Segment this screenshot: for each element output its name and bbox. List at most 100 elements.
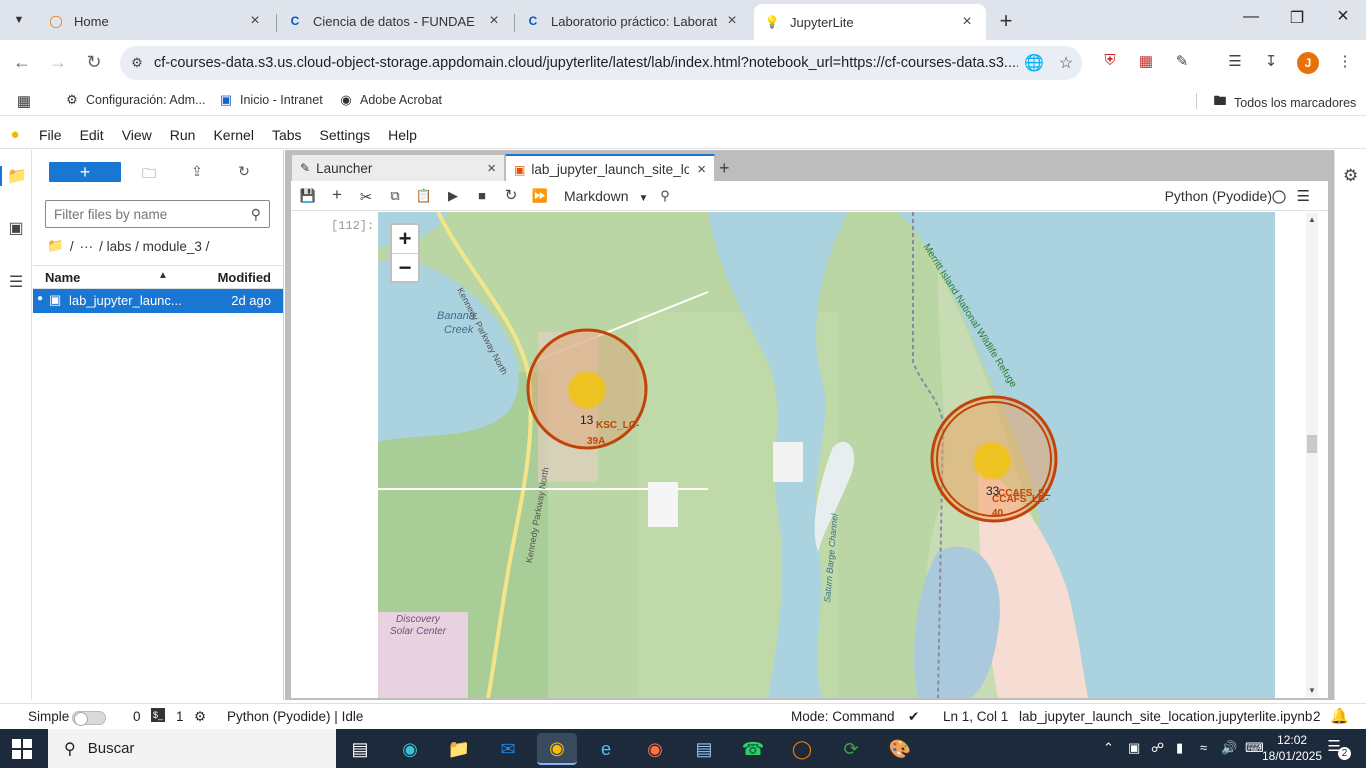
scroll-up-icon[interactable]: ▲ [1306,215,1318,224]
zoom-in-button[interactable]: + [392,225,418,253]
stop-icon[interactable]: ■ [472,188,492,203]
file-path[interactable]: lab_jupyter_launch_site_location.jupyter… [1019,709,1312,724]
dock-tab-launcher[interactable]: ✎ Launcher × [291,154,505,182]
new-tab-button[interactable]: + [994,8,1018,34]
tab-search-chevron-icon[interactable]: ▼ [6,8,32,32]
bookmark-configuracion[interactable]: ⚙ Configuración: Adm... [64,92,205,108]
chrome-icon[interactable]: ◉ [537,733,577,765]
bookmark-intranet[interactable]: ▣ Inicio - Intranet [218,92,323,108]
kernel-name[interactable]: Python (Pyodide) [1165,188,1272,204]
cell-type-select[interactable]: Markdown ▼ [564,188,648,204]
terminal-count[interactable]: 0 [133,709,141,724]
forward-arrow-icon[interactable]: → [46,52,70,73]
browser-tab-jupyterlite[interactable]: 💡 JupyterLite × [754,4,986,40]
internet-explorer-icon[interactable]: e [586,733,626,765]
menu-kernel[interactable]: Kernel [209,127,257,143]
new-dock-tab-button[interactable]: + [719,158,730,179]
kernel-count[interactable]: 1 [176,709,184,724]
firefox-icon[interactable]: ◉ [635,733,675,765]
notebook-scrollbar[interactable]: ▲ ▼ [1306,213,1318,697]
bell-icon[interactable]: 🔔 [1330,707,1349,725]
menu-file[interactable]: File [35,127,66,143]
dock-tab-notebook[interactable]: ▣ lab_jupyter_launch_site_locat × [505,154,715,184]
scroll-down-icon[interactable]: ▼ [1306,686,1318,695]
translate-icon[interactable]: 🌐 [1018,53,1050,73]
tray-app-icon[interactable]: ▣ [1128,740,1140,756]
paint-icon[interactable]: 🎨 [880,733,920,765]
property-inspector-gear-icon[interactable]: ⚙ [1343,166,1358,186]
url-text[interactable]: cf-courses-data.s3.us.cloud-object-stora… [154,55,1018,71]
close-tab-icon[interactable]: × [697,161,706,178]
filter-files-field[interactable]: ⚲ [45,200,270,228]
home-folder-icon[interactable]: 📁 [47,238,64,254]
outlook-icon[interactable]: ✉ [488,733,528,765]
back-arrow-icon[interactable]: ← [10,52,34,73]
running-sessions-icon[interactable]: ▣ [0,218,32,238]
filter-files-input[interactable] [54,206,251,222]
new-folder-icon[interactable]: 🗀 [139,163,159,187]
tray-battery-icon[interactable]: ▮ [1176,740,1183,756]
wifi-icon[interactable]: ≈ [1200,740,1207,755]
apps-grid-icon[interactable]: ▦ [16,92,38,110]
fast-forward-icon[interactable]: ⏩ [530,188,550,204]
extensions-puzzle-icon[interactable]: ✎ [1171,52,1193,74]
task-view-icon[interactable]: ▤ [340,733,380,765]
close-tab-icon[interactable]: × [246,12,264,30]
insert-cell-icon[interactable]: + [327,185,347,205]
download-icon[interactable]: ↧ [1260,52,1282,74]
zoom-out-button[interactable]: − [392,253,418,281]
menu-settings[interactable]: Settings [316,127,375,143]
location-pin-icon[interactable]: ⚲ [655,188,675,204]
column-name[interactable]: Name [45,270,80,285]
shield-extension-icon[interactable]: ⛨ [1099,52,1121,74]
close-window-icon[interactable]: × [1328,5,1358,28]
adblock-extension-icon[interactable]: ▦ [1135,52,1157,74]
browser-tab-ciencia[interactable]: C Ciencia de datos - FUNDAE | Co × [277,6,513,36]
taskbar-search[interactable]: ⚲ Buscar [48,729,336,768]
tray-chevron-up-icon[interactable]: ⌃ [1103,740,1114,756]
hamburger-menu-icon[interactable]: ☰ [1297,187,1310,205]
minimize-icon[interactable]: — [1236,8,1266,26]
simple-mode-toggle[interactable] [72,711,106,726]
bookmark-acrobat[interactable]: ◉ Adobe Acrobat [338,92,442,108]
restore-icon[interactable]: ❐ [1282,8,1312,28]
remote-desktop-icon[interactable]: ▤ [684,733,724,765]
column-modified[interactable]: Modified [218,270,271,285]
whatsapp-icon[interactable]: ☎ [733,733,773,765]
edge-icon[interactable]: ◉ [390,733,430,765]
new-launcher-button[interactable]: + [49,162,121,182]
cut-icon[interactable]: ✂ [356,188,376,206]
cluster-count-13[interactable]: 13 [580,413,593,427]
bookmark-star-icon[interactable]: ☆ [1050,53,1082,73]
refresh-icon[interactable]: ↻ [234,163,254,180]
paste-icon[interactable]: 📋 [414,188,434,204]
save-icon[interactable]: 💾 [298,188,318,204]
kernel-status[interactable]: Python (Pyodide) | Idle [227,709,363,724]
volume-icon[interactable]: 🔊 [1221,740,1237,756]
tray-network-share-icon[interactable]: ☍ [1151,740,1164,756]
all-bookmarks[interactable]: 🖿 Todos los marcadores [1212,92,1356,114]
site-info-icon[interactable]: ⚙ [120,55,154,71]
browser-tab-laboratorio[interactable]: C Laboratorio práctico: Laborator × [515,6,751,36]
menu-run[interactable]: Run [166,127,200,143]
close-tab-icon[interactable]: × [958,13,976,31]
windows-start-icon[interactable] [12,739,32,759]
menu-tabs[interactable]: Tabs [268,127,306,143]
file-explorer-icon[interactable]: 📁 [439,733,479,765]
browser-tab-home[interactable]: ◯ Home × [38,6,274,36]
browser-menu-icon[interactable]: ⋮ [1334,52,1356,74]
folium-map[interactable]: 13 33 KSC_LC- 39A CCAFS_SL CCAFS_LC- 40 … [378,212,1275,698]
close-tab-icon[interactable]: × [485,12,503,30]
menu-view[interactable]: View [118,127,156,143]
taskbar-clock[interactable]: 12:02 18/01/2025 [1262,732,1322,764]
cursor-position[interactable]: Ln 1, Col 1 [943,709,1008,724]
notification-count[interactable]: 2 [1313,709,1321,724]
scrollbar-thumb[interactable] [1307,435,1317,453]
file-list-item[interactable]: ● ▣ lab_jupyter_launc... 2d ago [33,289,283,313]
breadcrumb-ellipsis[interactable]: ··· [80,239,94,254]
upload-icon[interactable]: ⇪ [187,163,207,180]
run-icon[interactable]: ▶ [443,188,463,204]
sort-ascending-icon[interactable]: ▲ [158,270,168,281]
address-bar[interactable]: ⚙ cf-courses-data.s3.us.cloud-object-sto… [120,46,1082,80]
table-of-contents-icon[interactable]: ☰ [0,272,32,292]
